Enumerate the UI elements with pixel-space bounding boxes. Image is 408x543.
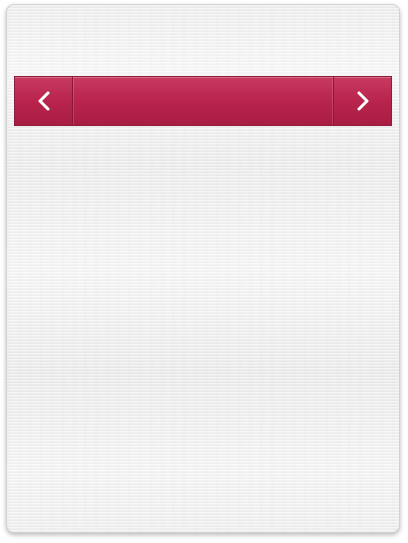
nav-title [73, 77, 333, 125]
chevron-right-icon [355, 90, 371, 112]
previous-button[interactable] [15, 77, 73, 125]
next-button[interactable] [333, 77, 391, 125]
chevron-left-icon [36, 90, 52, 112]
calendar-panel [6, 4, 400, 533]
month-nav-bar [14, 76, 392, 126]
